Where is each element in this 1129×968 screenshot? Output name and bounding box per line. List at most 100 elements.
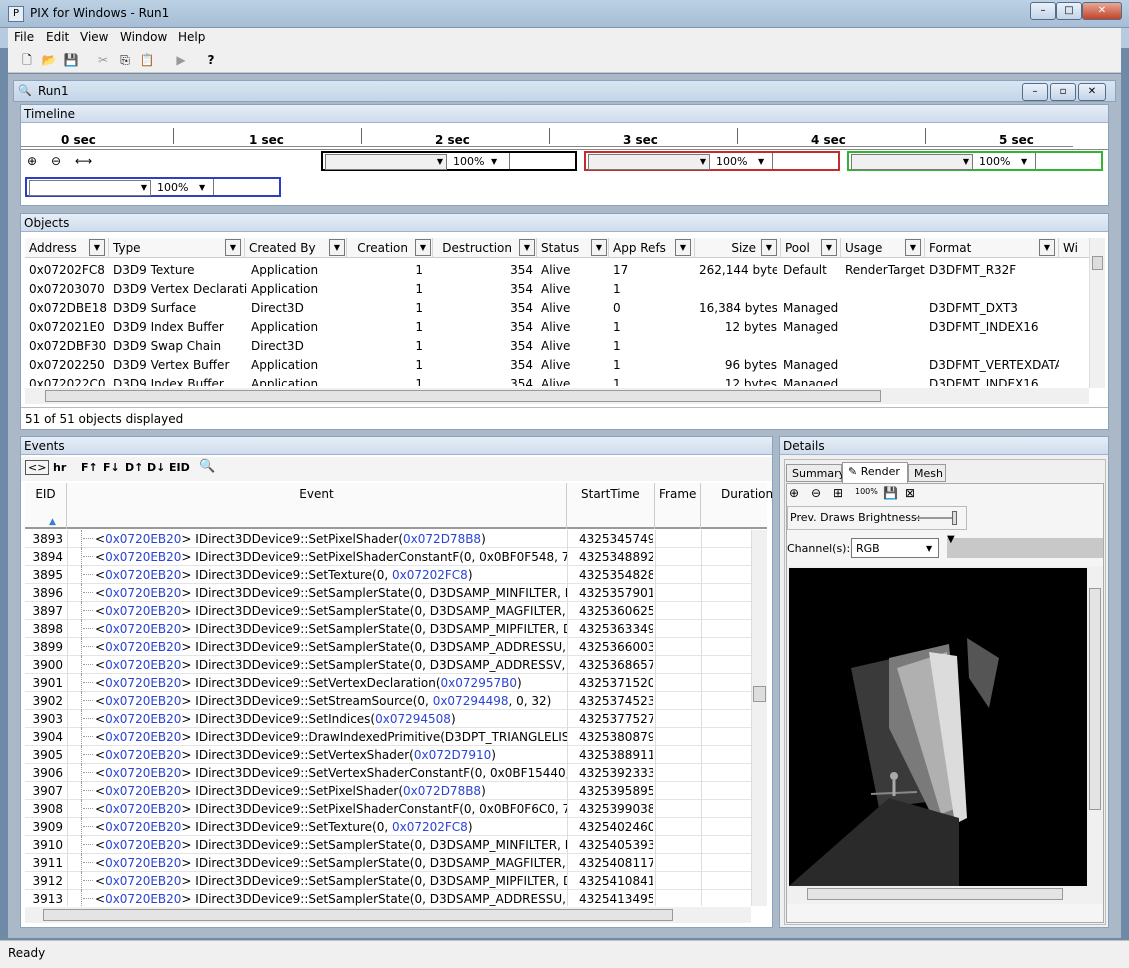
event-row[interactable]: 3897 <0x0720EB20> IDirect3DDevice9::SetS…: [25, 602, 751, 620]
eid-button[interactable]: EID: [169, 461, 190, 474]
object-address-link[interactable]: 0x0720EB20: [105, 820, 181, 834]
object-address-link[interactable]: 0x0720EB20: [105, 748, 181, 762]
events-hscrollbar[interactable]: [25, 907, 751, 923]
event-row[interactable]: 3904 <0x0720EB20> IDirect3DDevice9::Draw…: [25, 728, 751, 746]
event-row[interactable]: 3903 <0x0720EB20> IDirect3DDevice9::SetI…: [25, 710, 751, 728]
menu-file[interactable]: File: [14, 30, 34, 44]
cut-icon[interactable]: ✂: [94, 51, 112, 69]
col-size[interactable]: Size ▼: [695, 238, 781, 258]
timeline-ruler[interactable]: 0 sec 1 sec 2 sec 3 sec 4 sec 5 sec: [21, 124, 1108, 150]
col-usage[interactable]: Usage ▼: [841, 238, 925, 258]
argument-link[interactable]: 0x07202FC8: [392, 820, 468, 834]
actual-size-icon[interactable]: 100%: [855, 487, 878, 496]
object-row[interactable]: 0x07203070 D3D9 Vertex Declaration Applica…: [25, 279, 1089, 298]
find-icon[interactable]: 🔍: [199, 459, 215, 474]
object-row[interactable]: 0x072022C0 D3D9 Index Buffer Application 1 3…: [25, 374, 1089, 386]
brightness-slider[interactable]: [916, 517, 956, 519]
col-pool[interactable]: Pool ▼: [781, 238, 841, 258]
event-row[interactable]: 3905 <0x0720EB20> IDirect3DDevice9::SetV…: [25, 746, 751, 764]
fit-width-icon[interactable]: ⟷: [75, 154, 92, 168]
tab-mesh[interactable]: Mesh: [908, 464, 946, 482]
close-button[interactable]: ✕: [1082, 2, 1122, 20]
maximize-button[interactable]: □: [1056, 2, 1082, 20]
new-file-icon[interactable]: 🗋: [18, 51, 36, 69]
object-row[interactable]: 0x07202250 D3D9 Vertex Buffer Application 1…: [25, 355, 1089, 374]
child-close-button[interactable]: ✕: [1078, 83, 1106, 101]
event-row[interactable]: 3911 <0x0720EB20> IDirect3DDevice9::SetS…: [25, 854, 751, 872]
object-row[interactable]: 0x072DBF30 D3D9 Swap Chain Direct3D 1 354 Ali…: [25, 336, 1089, 355]
menu-help[interactable]: Help: [178, 30, 205, 44]
frame-down-button[interactable]: F↓: [103, 461, 120, 474]
render-vscrollbar[interactable]: [1087, 568, 1103, 886]
col-app-refs[interactable]: App Refs ▼: [609, 238, 695, 258]
window-titlebar[interactable]: P PIX for Windows - Run1 – □ ✕: [0, 0, 1129, 28]
event-row[interactable]: 3910 <0x0720EB20> IDirect3DDevice9::SetS…: [25, 836, 751, 854]
event-row[interactable]: 3908 <0x0720EB20> IDirect3DDevice9::SetP…: [25, 800, 751, 818]
child-minimize-button[interactable]: –: [1022, 83, 1048, 101]
objects-hscrollbar[interactable]: [25, 388, 1089, 404]
col-event[interactable]: Event: [67, 483, 567, 529]
zoom-out-icon[interactable]: ⊖: [51, 154, 61, 168]
paste-icon[interactable]: 📋: [138, 51, 156, 69]
fit-icon[interactable]: ⊞: [833, 486, 843, 500]
argument-link[interactable]: 0x07294498: [433, 694, 509, 708]
object-address-link[interactable]: 0x0720EB20: [105, 568, 181, 582]
event-row[interactable]: 3898 <0x0720EB20> IDirect3DDevice9::SetS…: [25, 620, 751, 638]
col-destruction[interactable]: Destruction ▼: [433, 238, 537, 258]
col-creation[interactable]: Creation ▼: [347, 238, 433, 258]
timeline-track-black[interactable]: ▼ 100% ▼: [321, 151, 577, 171]
event-row[interactable]: 3893 <0x0720EB20> IDirect3DDevice9::SetP…: [25, 530, 751, 548]
col-starttime[interactable]: StartTime: [567, 483, 655, 529]
object-row[interactable]: 0x07202FC8 D3D9 Texture Application 1 354 Ali…: [25, 260, 1089, 279]
object-address-link[interactable]: 0x0720EB20: [105, 856, 181, 870]
events-vscrollbar[interactable]: [751, 530, 767, 906]
tab-summary[interactable]: Summary: [786, 464, 845, 482]
object-address-link[interactable]: 0x0720EB20: [105, 658, 181, 672]
col-type[interactable]: Type ▼: [109, 238, 245, 258]
run1-titlebar[interactable]: 🔍 Run1 – ▫ ✕: [13, 80, 1116, 102]
col-address[interactable]: Address ▼: [25, 238, 109, 258]
open-folder-icon[interactable]: 📂: [40, 51, 58, 69]
object-address-link[interactable]: 0x0720EB20: [105, 892, 181, 906]
frame-up-button[interactable]: F↑: [81, 461, 98, 474]
argument-link[interactable]: 0x07202FC8: [392, 568, 468, 582]
channels-select[interactable]: RGB ▼: [851, 538, 939, 558]
brightness-slider-thumb[interactable]: [952, 511, 957, 525]
object-row[interactable]: 0x072DBE18 D3D9 Surface Direct3D 1 354 Alive 0…: [25, 298, 1089, 317]
argument-link[interactable]: 0x072957B0: [441, 676, 517, 690]
object-address-link[interactable]: 0x0720EB20: [105, 802, 181, 816]
object-address-link[interactable]: 0x0720EB20: [105, 694, 181, 708]
col-status[interactable]: Status ▼: [537, 238, 609, 258]
object-address-link[interactable]: 0x0720EB20: [105, 586, 181, 600]
object-address-link[interactable]: 0x0720EB20: [105, 676, 181, 690]
event-row[interactable]: 3906 <0x0720EB20> IDirect3DDevice9::SetV…: [25, 764, 751, 782]
event-row[interactable]: 3913 <0x0720EB20> IDirect3DDevice9::SetS…: [25, 890, 751, 906]
timeline-track-red[interactable]: ▼ 100% ▼: [584, 151, 840, 171]
argument-link[interactable]: 0x072D78B8: [403, 532, 481, 546]
object-address-link[interactable]: 0x0720EB20: [105, 640, 181, 654]
object-address-link[interactable]: 0x0720EB20: [105, 622, 181, 636]
nested-toggle-button[interactable]: <>: [25, 460, 50, 475]
render-hscrollbar[interactable]: [789, 886, 1087, 902]
object-address-link[interactable]: 0x0720EB20: [105, 766, 181, 780]
object-address-link[interactable]: 0x0720EB20: [105, 532, 181, 546]
zoom-in-icon[interactable]: ⊕: [27, 154, 37, 168]
render-viewport[interactable]: [787, 566, 1103, 904]
grid-icon[interactable]: ⊠: [905, 486, 915, 500]
col-format[interactable]: Format ▼: [925, 238, 1059, 258]
event-row[interactable]: 3907 <0x0720EB20> IDirect3DDevice9::SetP…: [25, 782, 751, 800]
tab-render[interactable]: ✎ Render: [842, 462, 908, 483]
minimize-button[interactable]: –: [1030, 2, 1056, 20]
help-icon[interactable]: ?: [202, 51, 220, 69]
object-address-link[interactable]: 0x0720EB20: [105, 550, 181, 564]
render-zoom-out-icon[interactable]: ⊖: [811, 486, 821, 500]
render-zoom-in-icon[interactable]: ⊕: [789, 486, 799, 500]
event-row[interactable]: 3899 <0x0720EB20> IDirect3DDevice9::SetS…: [25, 638, 751, 656]
object-address-link[interactable]: 0x0720EB20: [105, 784, 181, 798]
object-address-link[interactable]: 0x0720EB20: [105, 712, 181, 726]
argument-link[interactable]: 0x07294508: [375, 712, 451, 726]
timeline-track-blue[interactable]: ▼ 100% ▼: [25, 177, 281, 197]
event-row[interactable]: 3909 <0x0720EB20> IDirect3DDevice9::SetT…: [25, 818, 751, 836]
col-width[interactable]: Wi: [1059, 238, 1089, 258]
event-row[interactable]: 3895 <0x0720EB20> IDirect3DDevice9::SetT…: [25, 566, 751, 584]
